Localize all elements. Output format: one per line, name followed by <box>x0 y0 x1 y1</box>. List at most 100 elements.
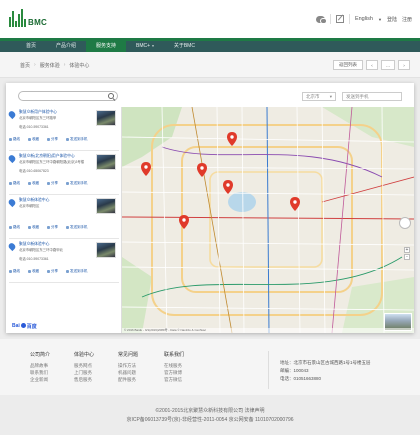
list-item[interactable]: 聚慧众新用户体验中心 北京市朝阳区东三环路甲 电话:010-59073361 路线 收藏… <box>6 107 121 151</box>
location-photo[interactable] <box>96 154 116 170</box>
location-action-button[interactable]: 路线 <box>9 225 20 230</box>
footer-link[interactable]: 上门服务 <box>74 369 94 376</box>
location-action-button[interactable]: 发送到手机 <box>66 137 88 142</box>
icp-line: 京ICP备06013739号(京)-非经营性-2011-0054 京公网安备 1… <box>126 417 294 423</box>
breadcrumb-home[interactable]: 首页 <box>20 62 30 69</box>
baidu-logo[interactable]: Bai 百度 <box>12 323 37 330</box>
prev-button[interactable]: ‹ <box>366 60 378 70</box>
footer-link[interactable]: 联系我们 <box>30 369 50 376</box>
action-icon <box>47 182 50 185</box>
city-select[interactable]: 北京市 ▾ <box>302 92 336 101</box>
register-link[interactable]: 注册 <box>402 16 412 23</box>
baidu-logo-text: Bai <box>12 323 20 329</box>
list-item[interactable]: 聚慧众新体验中心 北京市朝阳区东三环中路甲北 电话:010-59073361 路线 收藏… <box>6 239 121 283</box>
location-list: 聚慧众新用户体验中心 北京市朝阳区东三环路甲 电话:010-59073361 路线 收藏… <box>6 107 122 333</box>
action-label: 收藏 <box>32 181 39 185</box>
nav-item-label: 关于BMC <box>173 43 195 49</box>
footer-link[interactable]: 配件服务 <box>118 376 138 383</box>
list-item[interactable]: 聚慧众新体验中心 北京市朝阳区路线 收藏 分享 发送到手机 <box>6 195 121 239</box>
search-icon[interactable] <box>108 93 115 100</box>
footer-link[interactable]: 售后服务 <box>74 376 94 383</box>
footer-link[interactable]: 服务网点 <box>74 362 94 369</box>
location-action-button[interactable]: 路线 <box>9 269 20 274</box>
action-label: 路线 <box>13 181 20 185</box>
divider <box>348 14 350 24</box>
location-action-button[interactable]: 收藏 <box>28 269 39 274</box>
location-name[interactable]: 聚慧众新体验中心 <box>19 198 91 203</box>
nav-item[interactable]: 服务支持 <box>86 41 127 52</box>
action-icon <box>9 182 12 185</box>
breadcrumb-service[interactable]: 服务体验 <box>40 62 60 69</box>
site-footer: 公司简介 品牌故事 联系我们 企业新闻 体验中心 服务网点 上门服务 售后服务 常见问题 操作方法… <box>0 339 420 395</box>
location-name[interactable]: 聚慧众新(北京朝阳)用户体验中心 <box>19 154 91 159</box>
nav-item[interactable]: BMC+ ▾ <box>126 41 164 52</box>
location-address: 北京市朝阳区东三环中路甲北 <box>19 248 64 252</box>
footer-link[interactable]: 企业新闻 <box>30 376 50 383</box>
map-view[interactable]: + - © 2016 Baidu - GS(2016)2089号 - Data … <box>122 107 414 333</box>
location-action-button[interactable]: 收藏 <box>28 225 39 230</box>
footer-link[interactable]: 官方微博 <box>164 369 184 376</box>
action-label: 分享 <box>51 181 58 185</box>
footer-column: 联系我们 在线服务 官方微博 官方微信 <box>164 351 184 383</box>
action-label: 发送到手机 <box>70 269 88 273</box>
location-action-button[interactable]: 分享 <box>47 269 58 274</box>
back-to-list-button[interactable]: 返回列表 <box>333 60 363 70</box>
breadcrumb-current: 体验中心 <box>69 63 90 69</box>
location-action-button[interactable]: 发送到手机 <box>66 181 88 186</box>
list-item[interactable]: 聚慧众新(北京朝阳)用户体验中心 北京市朝阳区东三环中路朝阳路(北京)3号楼 电话:… <box>6 151 121 195</box>
zoom-out-button[interactable]: - <box>404 254 410 260</box>
location-photo[interactable] <box>96 242 116 258</box>
site-header: BMC English ▼ 登陆 注册 <box>0 0 420 38</box>
location-action-button[interactable]: 收藏 <box>28 181 39 186</box>
location-photo[interactable] <box>96 198 116 214</box>
next-button[interactable]: › <box>398 60 410 70</box>
footer-link[interactable]: 官方微信 <box>164 376 184 383</box>
location-phone: 电话:010-65067823 <box>19 169 49 173</box>
footer-link[interactable]: 品牌故事 <box>30 362 50 369</box>
pan-control[interactable] <box>399 217 411 229</box>
lake <box>228 192 256 212</box>
action-label: 收藏 <box>32 225 39 229</box>
edit-icon[interactable] <box>335 15 344 23</box>
location-action-button[interactable]: 收藏 <box>28 137 39 142</box>
location-address: 北京市朝阳区东三环中路朝阳路(北京)3号楼 <box>19 160 85 164</box>
location-photo[interactable] <box>96 110 116 126</box>
copyright: ©2001-2015北京聚慧众新科技有限公司 法律声明 京ICP备0601373… <box>0 395 420 435</box>
nav-item[interactable]: 产品介绍 <box>46 41 86 52</box>
language-select[interactable]: English <box>355 16 373 22</box>
logo-text: BMC <box>28 18 48 27</box>
nav-item-label: 产品介绍 <box>56 43 77 49</box>
nav-item[interactable]: 首页 <box>16 41 46 52</box>
location-action-button[interactable]: 路线 <box>9 137 20 142</box>
location-action-button[interactable]: 分享 <box>47 225 58 230</box>
location-name[interactable]: 聚慧众新体验中心 <box>19 242 91 247</box>
brand-logo[interactable]: BMC <box>9 9 47 27</box>
location-name[interactable]: 聚慧众新用户体验中心 <box>19 110 91 115</box>
action-icon <box>66 270 69 273</box>
logo-bars-icon <box>9 9 26 27</box>
location-action-button[interactable]: 发送到手机 <box>66 225 88 230</box>
location-action-button[interactable]: 发送到手机 <box>66 269 88 274</box>
search-input[interactable] <box>25 93 105 100</box>
more-button[interactable]: ... <box>381 60 395 70</box>
search-box <box>18 91 118 101</box>
wechat-icon[interactable] <box>315 15 327 24</box>
footer-column: 体验中心服务网点 上门服务 售后服务 <box>74 351 94 383</box>
map-canvas[interactable] <box>122 107 414 333</box>
footer-link[interactable]: 操作方法 <box>118 362 138 369</box>
nav-item[interactable]: 关于BMC <box>164 41 205 52</box>
footer-link[interactable]: 机器问题 <box>118 369 138 376</box>
location-action-button[interactable]: 分享 <box>47 137 58 142</box>
login-link[interactable]: 登陆 <box>387 16 397 23</box>
footer-column: 常见问题 操作方法 机器问题 配件服务 <box>118 351 138 383</box>
send-to-mobile-button[interactable]: 发送到手机 <box>342 92 402 101</box>
location-address: 北京市朝阳区 <box>19 204 40 208</box>
location-phone: 电话:010-59073361 <box>19 257 49 261</box>
footer-link[interactable]: 在线服务 <box>164 362 184 369</box>
location-action-button[interactable]: 分享 <box>47 181 58 186</box>
location-action-button[interactable]: 路线 <box>9 181 20 186</box>
action-icon <box>9 138 12 141</box>
footer-column-title: 体验中心 <box>74 352 95 358</box>
action-label: 发送到手机 <box>70 181 88 185</box>
zoom-in-button[interactable]: + <box>404 247 410 253</box>
